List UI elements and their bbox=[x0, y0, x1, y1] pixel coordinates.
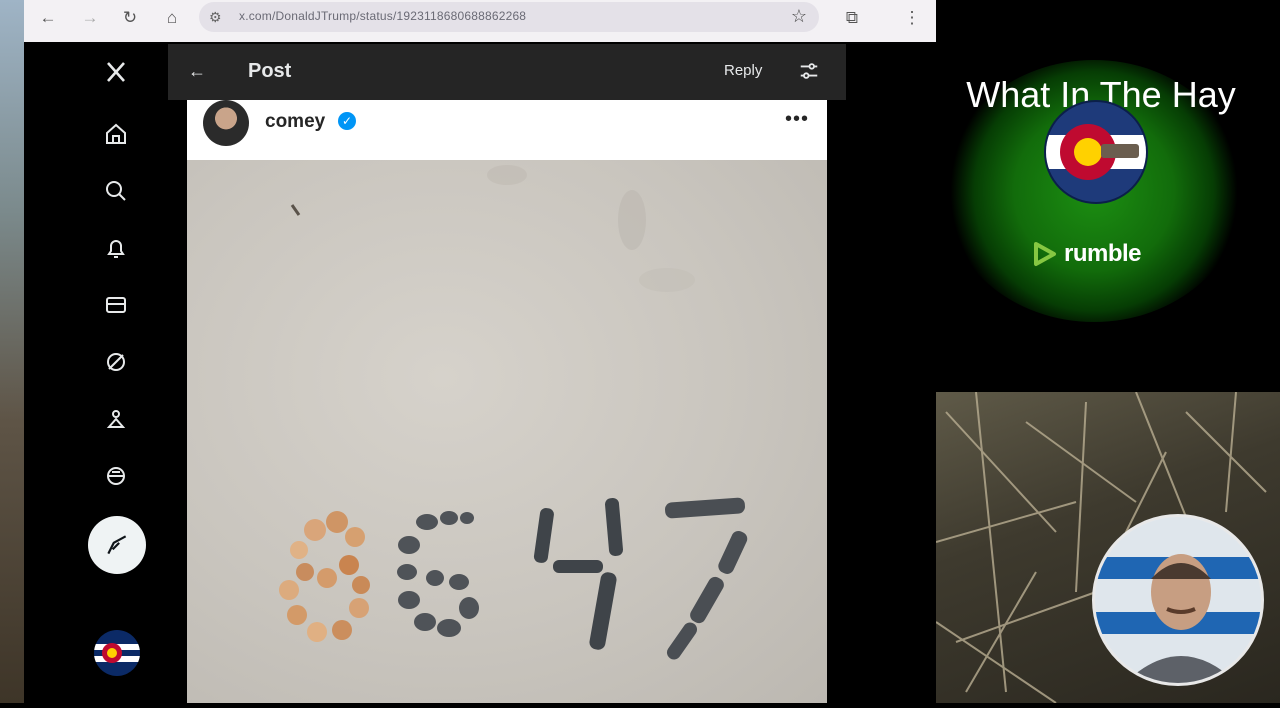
back-icon[interactable]: ← bbox=[188, 61, 206, 82]
post-header-bar: ← Post Reply bbox=[168, 44, 846, 100]
embedded-post-header: comey ✓ ••• bbox=[187, 100, 827, 160]
stone-digit-7 bbox=[665, 497, 748, 660]
post-compose-icon bbox=[107, 535, 127, 555]
page-title: Post bbox=[248, 60, 292, 82]
rumble-play-icon bbox=[1034, 242, 1056, 266]
more-options-icon[interactable]: ••• bbox=[785, 108, 809, 131]
overlay-top-strip bbox=[936, 0, 1280, 42]
avatar[interactable] bbox=[203, 100, 249, 146]
browser-menu-icon[interactable]: ⋮ bbox=[898, 4, 926, 32]
search-icon[interactable] bbox=[102, 177, 130, 205]
shell-digit-8 bbox=[279, 511, 370, 642]
back-arrow-icon[interactable]: ← bbox=[34, 4, 62, 32]
colorado-logo-icon bbox=[1044, 100, 1148, 204]
x-logo-icon[interactable] bbox=[102, 58, 130, 86]
grok-icon[interactable] bbox=[102, 348, 130, 376]
webcam-background bbox=[936, 392, 1280, 703]
sand-photo bbox=[187, 160, 827, 703]
forward-arrow-icon[interactable]: → bbox=[76, 4, 104, 32]
post-compose-button[interactable] bbox=[88, 516, 146, 574]
post-username[interactable]: comey bbox=[265, 111, 325, 133]
browser-toolbar: ← → ↻ ⌂ ⚙ x.com/DonaldJTrump/status/1923… bbox=[24, 0, 936, 43]
embedded-instagram-post[interactable]: comey ✓ ••• bbox=[187, 100, 827, 703]
stream-overlay-logo-panel: What In The Hay rumble bbox=[936, 42, 1280, 390]
communities-icon[interactable] bbox=[102, 405, 130, 433]
sand-photo-drawing bbox=[279, 165, 748, 660]
background-image-left bbox=[0, 0, 24, 703]
extensions-icon[interactable]: ⧉ bbox=[838, 4, 866, 32]
filter-icon[interactable] bbox=[798, 60, 820, 82]
home-browser-icon[interactable]: ⌂ bbox=[158, 4, 186, 32]
reload-icon[interactable]: ↻ bbox=[116, 4, 144, 32]
bookmark-star-icon[interactable]: ☆ bbox=[791, 6, 807, 27]
stone-digit-6 bbox=[397, 511, 479, 637]
home-icon[interactable] bbox=[102, 120, 130, 148]
account-avatar[interactable] bbox=[94, 630, 140, 676]
stone-digit-4 bbox=[533, 498, 624, 650]
webcam-feed bbox=[1092, 514, 1264, 686]
site-info-icon[interactable]: ⚙ bbox=[209, 9, 222, 26]
verified-badge-icon: ✓ bbox=[338, 112, 356, 130]
rumble-logo: rumble bbox=[1030, 240, 1142, 268]
premium-icon[interactable] bbox=[102, 462, 130, 490]
messages-icon[interactable] bbox=[102, 291, 130, 319]
address-bar[interactable]: ⚙ x.com/DonaldJTrump/status/192311868068… bbox=[199, 2, 819, 32]
url-text: x.com/DonaldJTrump/status/19231186806888… bbox=[239, 9, 527, 23]
x-sidebar bbox=[24, 42, 184, 703]
reply-button[interactable]: Reply bbox=[724, 62, 762, 79]
notifications-icon[interactable] bbox=[102, 234, 130, 262]
rumble-wordmark: rumble bbox=[1064, 240, 1142, 267]
